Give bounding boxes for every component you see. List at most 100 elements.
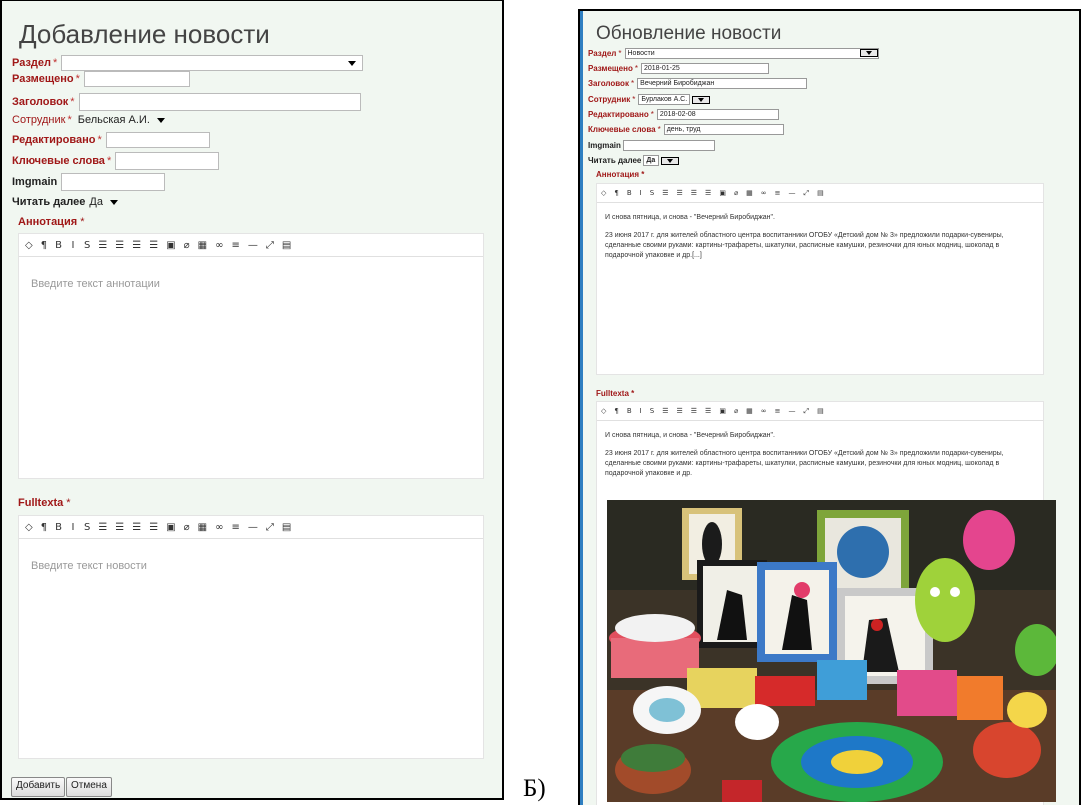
horizontal-rule-icon[interactable]: —	[789, 407, 796, 415]
news-photo-drawing	[607, 500, 1056, 802]
annotation-editor[interactable]: ◇ ¶ B I S ☰ ☰ ☰ ☰ ▣ ⌀ ▦ ∞ ≡ — ⤢ ▤ Введите текст аннотаци…	[18, 233, 484, 479]
placed-input[interactable]: 2018-01-25	[640, 63, 769, 74]
fullscreen-icon[interactable]: ⤢	[266, 240, 274, 251]
video-icon[interactable]: ∞	[215, 240, 223, 251]
annotation-text: И снова пятница, и снова - "Вечерний Бир…	[597, 203, 1043, 261]
video-icon[interactable]: ∞	[761, 189, 767, 197]
placed-input[interactable]	[83, 71, 190, 87]
ordered-list-icon[interactable]: ☰	[676, 407, 682, 415]
image-icon[interactable]: ▣	[166, 522, 175, 533]
heading-input[interactable]: Вечерний Биробиджан	[637, 78, 808, 89]
bold-icon[interactable]: B	[55, 240, 62, 251]
image-icon[interactable]: ▣	[166, 240, 175, 251]
readmore-label: Читать далее	[588, 156, 642, 165]
imgmain-field: Imgmain	[12, 173, 166, 191]
edited-input[interactable]	[105, 132, 210, 148]
video-icon[interactable]: ∞	[215, 522, 223, 533]
table-icon[interactable]: ▦	[746, 407, 753, 415]
html-icon[interactable]: ▤	[282, 522, 291, 533]
section-select[interactable]	[61, 55, 364, 71]
annotation-editor[interactable]: ◇ ¶ B I S ☰ ☰ ☰ ☰ ▣ ⌀ ▦ ∞ ≡ — ⤢ ▤ И снова пятница, и сно…	[596, 183, 1044, 375]
italic-icon[interactable]: I	[640, 189, 642, 197]
outdent-icon[interactable]: ☰	[691, 189, 697, 197]
employee-select[interactable]: Бельская А.И.	[78, 114, 165, 126]
annotation-paragraph: И снова пятница, и снова - "Вечерний Бир…	[605, 214, 775, 221]
section-select[interactable]: Новости	[624, 48, 879, 59]
keywords-input[interactable]: день, труд	[663, 124, 784, 135]
bold-icon[interactable]: B	[627, 189, 632, 197]
strikethrough-icon[interactable]: S	[84, 522, 90, 533]
fullscreen-icon[interactable]: ⤢	[804, 189, 810, 198]
outdent-icon[interactable]: ☰	[132, 522, 141, 533]
html-icon[interactable]: ▤	[817, 407, 824, 415]
editor-toolbar: ◇ ¶ B I S ☰ ☰ ☰ ☰ ▣ ⌀ ▦ ∞ ≡ — ⤢ ▤	[597, 402, 1043, 421]
readmore-select[interactable]: Да	[89, 196, 118, 208]
ordered-list-icon[interactable]: ☰	[115, 522, 124, 533]
code-icon[interactable]: ◇	[601, 189, 606, 197]
imgmain-input[interactable]	[622, 140, 715, 151]
cancel-button[interactable]: Отмена	[66, 777, 112, 797]
indent-icon[interactable]: ☰	[149, 522, 158, 533]
italic-icon[interactable]: I	[640, 407, 642, 415]
editor-toolbar: ◇ ¶ B I S ☰ ☰ ☰ ☰ ▣ ⌀ ▦ ∞ ≡ — ⤢ ▤	[597, 184, 1043, 203]
table-icon[interactable]: ▦	[746, 189, 753, 197]
outdent-icon[interactable]: ☰	[132, 240, 141, 251]
table-icon[interactable]: ▦	[198, 240, 207, 251]
indent-icon[interactable]: ☰	[149, 240, 158, 251]
horizontal-rule-icon[interactable]: —	[248, 522, 258, 533]
align-icon[interactable]: ≡	[231, 240, 239, 251]
paragraph-icon[interactable]: ¶	[614, 189, 618, 197]
align-icon[interactable]: ≡	[775, 407, 781, 415]
link-icon[interactable]: ⌀	[734, 407, 738, 415]
ordered-list-icon[interactable]: ☰	[115, 240, 124, 251]
unordered-list-icon[interactable]: ☰	[662, 407, 668, 415]
fullscreen-icon[interactable]: ⤢	[804, 407, 810, 416]
paragraph-icon[interactable]: ¶	[41, 522, 47, 533]
unordered-list-icon[interactable]: ☰	[98, 240, 107, 251]
link-icon[interactable]: ⌀	[184, 240, 190, 251]
strikethrough-icon[interactable]: S	[650, 189, 654, 197]
readmore-label: Читать далее	[12, 196, 86, 208]
bold-icon[interactable]: B	[627, 407, 632, 415]
code-icon[interactable]: ◇	[25, 240, 33, 251]
italic-icon[interactable]: I	[70, 240, 76, 251]
unordered-list-icon[interactable]: ☰	[662, 189, 668, 197]
code-icon[interactable]: ◇	[601, 407, 606, 415]
code-icon[interactable]: ◇	[25, 522, 33, 533]
keywords-field: Ключевые слова * день, труд	[588, 124, 784, 135]
indent-icon[interactable]: ☰	[705, 189, 711, 197]
employee-select[interactable]: Бурлаков А.С.	[638, 94, 691, 105]
image-icon[interactable]: ▣	[719, 189, 726, 197]
ordered-list-icon[interactable]: ☰	[676, 189, 682, 197]
heading-input[interactable]	[78, 93, 361, 111]
add-news-panel: Добавление новости Раздел * Размещено * За…	[0, 0, 504, 800]
table-icon[interactable]: ▦	[198, 522, 207, 533]
italic-icon[interactable]: I	[70, 522, 76, 533]
imgmain-input[interactable]	[61, 173, 166, 191]
fulltext-editor[interactable]: ◇ ¶ B I S ☰ ☰ ☰ ☰ ▣ ⌀ ▦ ∞ ≡ — ⤢ ▤ Введите текст новости	[18, 515, 484, 759]
align-icon[interactable]: ≡	[231, 522, 239, 533]
html-icon[interactable]: ▤	[817, 189, 824, 197]
outdent-icon[interactable]: ☰	[691, 407, 697, 415]
add-button[interactable]: Добавить	[11, 777, 66, 797]
readmore-select[interactable]: Да	[643, 155, 660, 166]
horizontal-rule-icon[interactable]: —	[789, 189, 796, 197]
indent-icon[interactable]: ☰	[705, 407, 711, 415]
fullscreen-icon[interactable]: ⤢	[266, 522, 274, 533]
edited-input[interactable]: 2018-02-08	[656, 109, 779, 120]
link-icon[interactable]: ⌀	[734, 189, 738, 197]
paragraph-icon[interactable]: ¶	[41, 240, 47, 251]
strikethrough-icon[interactable]: S	[84, 240, 90, 251]
link-icon[interactable]: ⌀	[184, 522, 190, 533]
align-icon[interactable]: ≡	[775, 189, 781, 197]
employee-field: Сотрудник * Бурлаков А.С.	[588, 94, 711, 105]
horizontal-rule-icon[interactable]: —	[248, 240, 258, 251]
html-icon[interactable]: ▤	[282, 240, 291, 251]
keywords-input[interactable]	[115, 152, 220, 170]
strikethrough-icon[interactable]: S	[650, 407, 654, 415]
paragraph-icon[interactable]: ¶	[614, 407, 618, 415]
unordered-list-icon[interactable]: ☰	[98, 522, 107, 533]
bold-icon[interactable]: B	[55, 522, 62, 533]
image-icon[interactable]: ▣	[719, 407, 726, 415]
video-icon[interactable]: ∞	[761, 407, 767, 415]
